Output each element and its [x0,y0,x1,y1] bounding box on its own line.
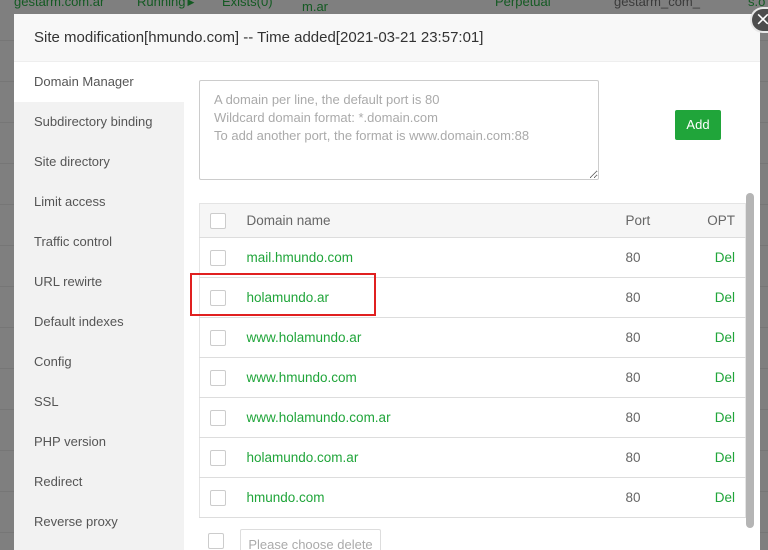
sidebar-item-default-indexes[interactable]: Default indexes [14,302,184,342]
delete-domain-link[interactable]: Del [715,450,735,465]
domain-cell: www.holamundo.ar [236,317,616,358]
background-root-path: m.ar [302,0,328,14]
checkbox-cell [199,357,237,398]
port-cell: 80 [615,477,691,518]
domain-cell: www.holamundo.com.ar [236,397,616,438]
port-cell: 80 [615,397,691,438]
table-row: hmundo.com 80 Del [199,477,746,518]
table-header-row: Domain name Port OPT [199,203,746,238]
footer-select-all-checkbox[interactable] [208,533,224,549]
opt-cell: Del [690,317,746,358]
checkbox-cell [199,277,237,318]
domain-cell: hmundo.com [236,477,616,518]
sidebar-item-redirect[interactable]: Redirect [14,462,184,502]
domain-cell: holamundo.com.ar [236,437,616,478]
table-row: www.holamundo.com.ar 80 Del [199,397,746,438]
sidebar-item-site-directory[interactable]: Site directory [14,142,184,182]
port-cell: 80 [615,237,691,278]
domain-link[interactable]: www.holamundo.ar [247,330,362,345]
background-backup: Exists(0) [222,0,273,9]
column-header-port: Port [615,203,691,238]
row-checkbox[interactable] [210,289,226,306]
table-scrollbar[interactable] [746,193,754,528]
sidebar-item-limit-access[interactable]: Limit access [14,182,184,222]
background-status: Running [137,0,194,10]
domain-link[interactable]: www.holamundo.com.ar [247,410,391,425]
checkbox-cell [199,477,237,518]
column-header-domain: Domain name [236,203,616,238]
port-cell: 80 [615,437,691,478]
domain-cell: www.hmundo.com [236,357,616,398]
row-checkbox[interactable] [210,409,226,426]
sidebar-item-ssl[interactable]: SSL [14,382,184,422]
opt-cell: Del [690,437,746,478]
row-checkbox[interactable] [210,449,226,466]
checkbox-cell [199,317,237,358]
close-icon [755,9,768,31]
sidebar-item-config[interactable]: Config [14,342,184,382]
sidebar-item-php-version[interactable]: PHP version [14,422,184,462]
sidebar-item-subdirectory-binding[interactable]: Subdirectory binding [14,102,184,142]
domain-link[interactable]: holamundo.com.ar [247,450,359,465]
delete-domain-link[interactable]: Del [715,290,735,305]
opt-cell: Del [690,357,746,398]
background-site-name: gestarm.com.ar [14,0,105,9]
checkbox-cell [199,397,237,438]
select-all-checkbox[interactable] [210,212,226,229]
delete-domain-link[interactable]: Del [715,250,735,265]
background-status-label: Running [137,0,186,9]
row-checkbox[interactable] [210,329,226,346]
background-site-row: gestarm.com.ar Running Exists(0) m.ar Pe… [0,0,768,14]
sidebar-item-reverse-proxy[interactable]: Reverse proxy [14,502,184,542]
opt-cell: Del [690,477,746,518]
delete-domain-link[interactable]: Del [715,410,735,425]
sidebar-item-url-rewrite[interactable]: URL rewirte [14,262,184,302]
domain-link[interactable]: mail.hmundo.com [247,250,354,265]
sidebar-item-domain-manager[interactable]: Domain Manager [14,62,184,102]
opt-cell: Del [690,237,746,278]
port-cell: 80 [615,277,691,318]
domain-cell: holamundo.ar [236,277,616,318]
play-icon [187,0,194,10]
table-row: holamundo.ar 80 Del [199,277,746,318]
opt-cell: Del [690,277,746,318]
column-header-opt: OPT [690,203,746,238]
domain-input[interactable] [199,80,599,180]
select-all-cell [199,203,237,238]
row-checkbox[interactable] [210,369,226,386]
domain-cell: mail.hmundo.com [236,237,616,278]
batch-delete-button[interactable]: Please choose delete [240,529,381,550]
modal-title: Site modification[hmundo.com] -- Time ad… [14,14,760,62]
background-expiry: Perpetual [495,0,551,9]
sidebar: Domain Manager Subdirectory binding Site… [14,62,184,550]
domain-link[interactable]: www.hmundo.com [247,370,357,385]
domain-link[interactable]: holamundo.ar [247,290,330,305]
table-row: mail.hmundo.com 80 Del [199,237,746,278]
table-row: www.holamundo.ar 80 Del [199,317,746,358]
table-row: www.hmundo.com 80 Del [199,357,746,398]
checkbox-cell [199,437,237,478]
row-checkbox[interactable] [210,489,226,506]
delete-domain-link[interactable]: Del [715,370,735,385]
row-checkbox[interactable] [210,249,226,266]
add-domain-button[interactable]: Add [675,110,721,140]
port-cell: 80 [615,317,691,358]
checkbox-cell [199,237,237,278]
port-cell: 80 [615,357,691,398]
domain-link[interactable]: hmundo.com [247,490,325,505]
sidebar-item-traffic-control[interactable]: Traffic control [14,222,184,262]
site-modification-modal: Site modification[hmundo.com] -- Time ad… [14,14,760,550]
table-row: holamundo.com.ar 80 Del [199,437,746,478]
domain-table: Domain name Port OPT mail.hmundo.com 80 … [199,203,746,518]
delete-domain-link[interactable]: Del [715,330,735,345]
background-remark: gestarm_com_ [614,0,700,9]
delete-domain-link[interactable]: Del [715,490,735,505]
opt-cell: Del [690,397,746,438]
